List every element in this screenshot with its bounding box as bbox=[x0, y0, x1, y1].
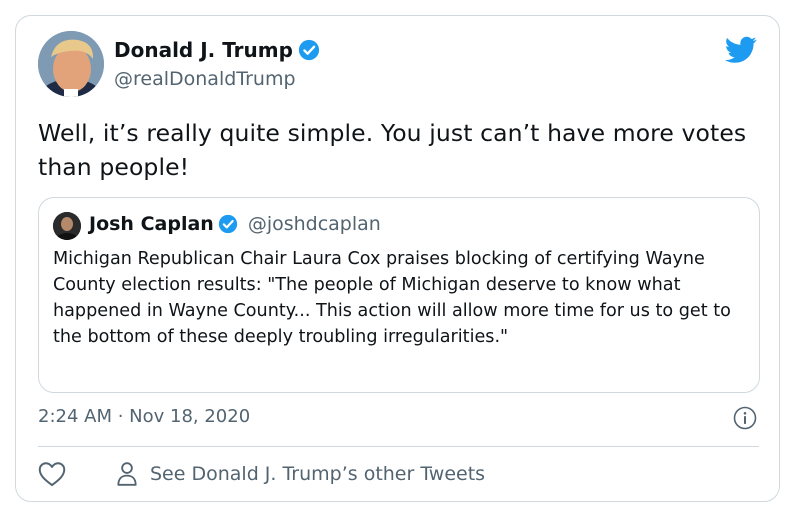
author-name-row: Donald J. Trump bbox=[114, 38, 320, 62]
divider bbox=[38, 446, 759, 447]
author-name[interactable]: Donald J. Trump bbox=[114, 38, 293, 62]
author-handle[interactable]: @realDonaldTrump bbox=[114, 68, 296, 90]
heart-icon[interactable] bbox=[38, 461, 66, 487]
info-icon[interactable] bbox=[733, 406, 757, 430]
tweet-timestamp[interactable]: 2:24 AM · Nov 18, 2020 bbox=[38, 406, 250, 427]
quoted-tweet-text: Michigan Republican Chair Laura Cox prai… bbox=[53, 249, 731, 347]
verified-badge-icon bbox=[218, 214, 237, 234]
quoted-author-name[interactable]: Josh Caplan bbox=[89, 213, 214, 235]
tweet-text: Well, it’s really quite simple. You just… bbox=[38, 119, 747, 181]
see-other-tweets-link[interactable]: See Donald J. Trump’s other Tweets bbox=[150, 463, 485, 485]
quoted-author-row: Josh Caplan @joshdcaplan bbox=[89, 213, 381, 235]
person-icon[interactable] bbox=[116, 461, 138, 487]
action-bar: See Donald J. Trump’s other Tweets bbox=[38, 461, 485, 487]
quoted-tweet[interactable]: Josh Caplan @joshdcaplan Michigan Republ… bbox=[38, 197, 760, 393]
author-avatar[interactable] bbox=[38, 31, 104, 97]
tweet-card: Donald J. Trump @realDonaldTrump Well, i… bbox=[15, 15, 780, 502]
quoted-author-avatar[interactable] bbox=[53, 212, 81, 240]
twitter-bird-icon[interactable] bbox=[725, 36, 757, 64]
quoted-author-handle[interactable]: @joshdcaplan bbox=[248, 213, 381, 235]
verified-badge-icon bbox=[298, 39, 320, 61]
